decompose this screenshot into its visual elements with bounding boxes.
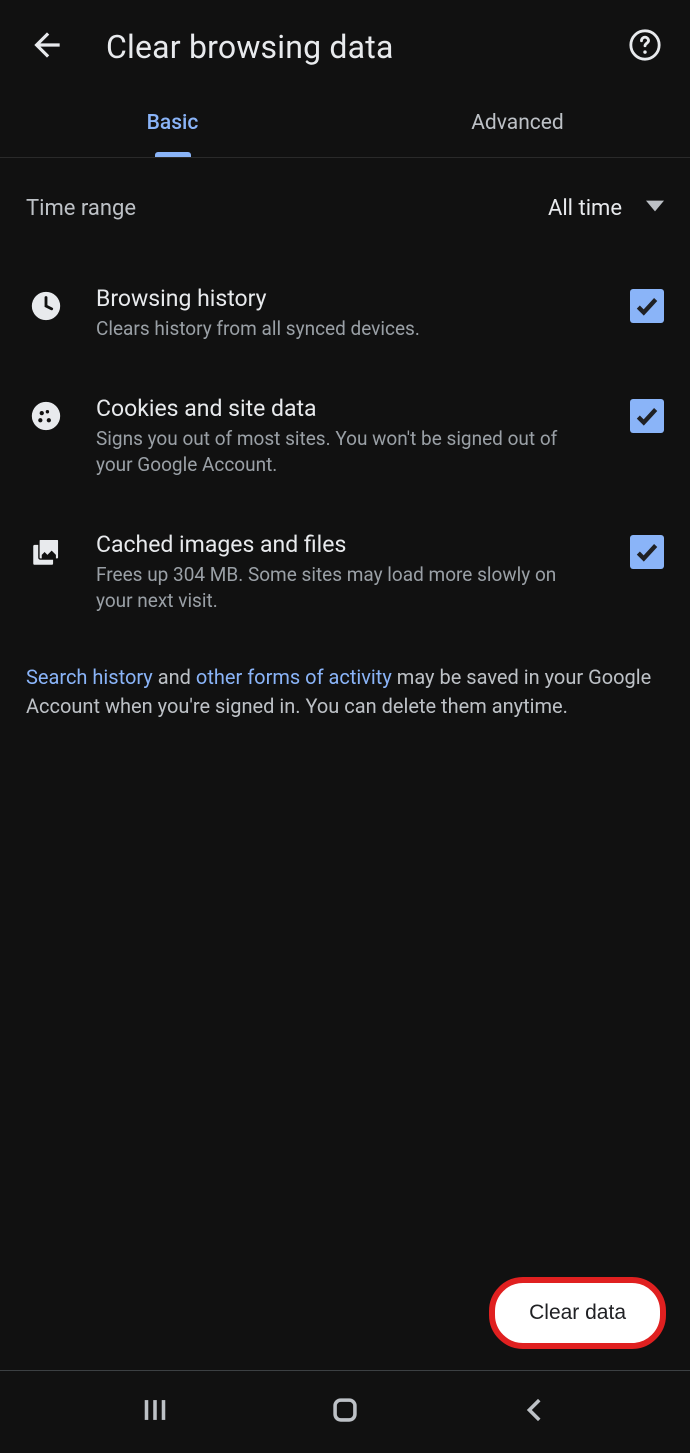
tab-basic[interactable]: Basic [0, 88, 345, 157]
time-range-label: Time range [26, 196, 136, 221]
tab-advanced-label: Advanced [471, 111, 564, 135]
checkbox-cached[interactable] [630, 535, 664, 569]
chevron-down-icon [646, 196, 664, 221]
option-title: Cookies and site data [96, 395, 590, 422]
time-range-value: All time [548, 196, 622, 221]
nav-back-icon[interactable] [518, 1393, 552, 1431]
footnote-text: Search history and other forms of activi… [26, 641, 664, 743]
nav-home-icon[interactable] [328, 1393, 362, 1431]
checkbox-browsing-history[interactable] [630, 289, 664, 323]
time-range-dropdown[interactable]: All time [548, 196, 664, 221]
other-activity-link[interactable]: other forms of activity [196, 665, 392, 689]
nav-recent-icon[interactable] [138, 1393, 172, 1431]
option-title: Browsing history [96, 285, 590, 312]
help-icon[interactable] [628, 28, 662, 66]
option-desc: Signs you out of most sites. You won't b… [96, 426, 590, 479]
cookie-icon [26, 395, 66, 433]
option-title: Cached images and files [96, 531, 590, 558]
images-icon [26, 531, 66, 569]
option-browsing-history[interactable]: Browsing history Clears history from all… [26, 259, 664, 369]
search-history-link[interactable]: Search history [26, 665, 153, 689]
option-desc: Clears history from all synced devices. [96, 316, 590, 343]
option-desc: Frees up 304 MB. Some sites may load mor… [96, 562, 590, 615]
option-cookies[interactable]: Cookies and site data Signs you out of m… [26, 369, 664, 505]
back-arrow-icon[interactable] [28, 26, 66, 68]
clear-data-button[interactable]: Clear data [489, 1277, 666, 1349]
tab-basic-label: Basic [147, 111, 199, 135]
tab-advanced[interactable]: Advanced [345, 88, 690, 157]
tab-indicator [155, 152, 191, 157]
page-title: Clear browsing data [106, 28, 394, 66]
option-cached[interactable]: Cached images and files Frees up 304 MB.… [26, 505, 664, 641]
footnote-mid: and [153, 665, 196, 689]
clock-icon [26, 285, 66, 323]
checkbox-cookies[interactable] [630, 399, 664, 433]
